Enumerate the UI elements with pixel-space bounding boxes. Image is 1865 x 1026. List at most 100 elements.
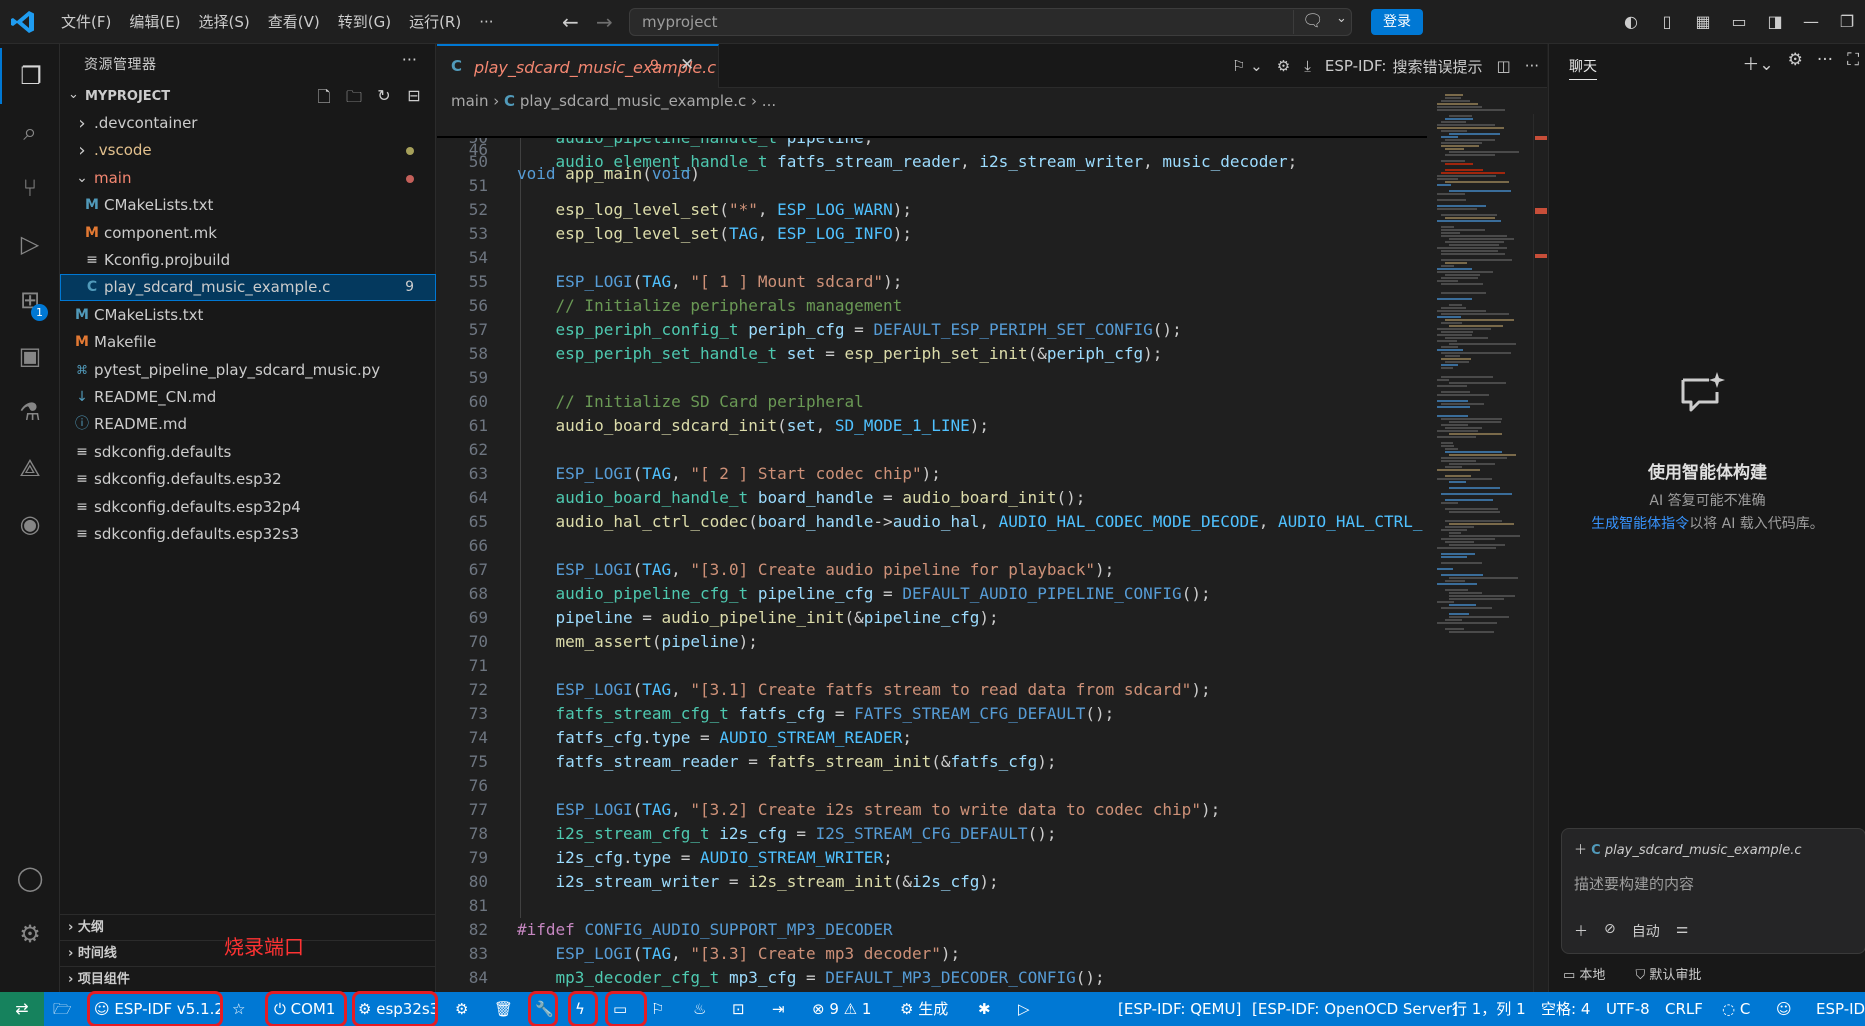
language-mode[interactable]: ◌ C bbox=[1722, 992, 1750, 1026]
close-icon[interactable]: ✕ bbox=[680, 55, 694, 75]
code-line[interactable]: 54 bbox=[437, 246, 1427, 270]
extensions-icon[interactable]: ⊞ 1 bbox=[0, 272, 60, 328]
tab-play-sdcard-music-example[interactable]: C play_sdcard_music_example.c 9 ✕ bbox=[437, 44, 719, 88]
code-line[interactable]: 61 audio_board_sdcard_init(set, SD_MODE_… bbox=[437, 414, 1427, 438]
project-components-section[interactable]: › 项目组件 bbox=[60, 966, 436, 992]
code-line[interactable]: 83 ESP_LOGI(TAG, "[3.3] Create mp3 decod… bbox=[437, 942, 1427, 966]
default-approval-toggle[interactable]: ⛉ 默认审批 bbox=[1635, 964, 1701, 983]
code-line[interactable]: 70 mem_assert(pipeline); bbox=[437, 630, 1427, 654]
breadcrumb-file[interactable]: play_sdcard_music_example.c bbox=[520, 92, 746, 110]
split-editor-icon[interactable]: ◫ bbox=[1497, 57, 1511, 75]
code-line[interactable]: 69 pipeline = audio_pipeline_init(&pipel… bbox=[437, 606, 1427, 630]
new-file-icon[interactable]: 🗋 bbox=[314, 86, 334, 113]
toggle-primary-sidebar-icon[interactable]: ▯ bbox=[1649, 0, 1685, 44]
attach-icon[interactable]: ＋ bbox=[1574, 921, 1588, 941]
code-line[interactable]: 65 audio_hal_ctrl_codec(board_handle->au… bbox=[437, 510, 1427, 534]
tree-item[interactable]: ⌘ pytest_pipeline_play_sdcard_music.py bbox=[60, 357, 436, 384]
tree-item[interactable]: ≡ sdkconfig.defaults bbox=[60, 439, 436, 466]
tools-config-icon[interactable]: ⚌ bbox=[1676, 921, 1689, 941]
vertical-scrollbar[interactable] bbox=[1533, 114, 1547, 992]
code-line[interactable]: 71 bbox=[437, 654, 1427, 678]
local-toggle[interactable]: ▭ 本地 bbox=[1563, 964, 1605, 983]
settings-gear-icon[interactable]: ⚙ bbox=[0, 906, 60, 962]
menu-selection[interactable]: 选择(S) bbox=[190, 0, 259, 44]
source-control-icon[interactable]: ⑂ bbox=[0, 160, 60, 216]
code-line[interactable]: 63 ESP_LOGI(TAG, "[ 2 ] Start codec chip… bbox=[437, 462, 1427, 486]
account-icon[interactable]: ◯ bbox=[0, 850, 60, 906]
tree-item[interactable]: ≡ Kconfig.projbuild bbox=[60, 247, 436, 274]
code-line[interactable]: 53 esp_log_level_set(TAG, ESP_LOG_INFO); bbox=[437, 222, 1427, 246]
open-folder-icon[interactable]: 🗁 bbox=[53, 992, 72, 1026]
code-line[interactable]: 59 bbox=[437, 366, 1427, 390]
chat-context-chip[interactable]: ＋ C play_sdcard_music_example.c bbox=[1574, 839, 1802, 858]
search-icon[interactable]: ⌕ bbox=[0, 104, 60, 160]
star-icon[interactable]: ☆ bbox=[232, 992, 245, 1026]
code-line[interactable]: 81 bbox=[437, 894, 1427, 918]
project-header[interactable]: ⌄ MYPROJECT 🗋 🗀 ↻ ⊟ bbox=[60, 86, 436, 110]
more-actions-icon[interactable]: ··· bbox=[1817, 50, 1833, 75]
openocd-button[interactable]: [ESP-IDF: OpenOCD Server] bbox=[1252, 992, 1458, 1026]
tree-item[interactable]: ≡ sdkconfig.defaults.esp32s3 bbox=[60, 521, 436, 548]
code-line[interactable]: 80 i2s_stream_writer = i2s_stream_init(&… bbox=[437, 870, 1427, 894]
testing-icon[interactable]: ⚗ bbox=[0, 384, 60, 440]
menu-go[interactable]: 转到(G) bbox=[329, 0, 400, 44]
menu-run[interactable]: 运行(R) bbox=[400, 0, 470, 44]
menu-more[interactable]: ··· bbox=[470, 0, 502, 44]
debug-icon[interactable]: ⚐ bbox=[651, 992, 664, 1026]
sdkconfig-gear-icon[interactable]: ⚙ bbox=[455, 992, 468, 1026]
tree-item[interactable]: M Makefile bbox=[60, 329, 436, 356]
explorer-icon[interactable]: ❐ bbox=[0, 48, 60, 104]
minimap[interactable] bbox=[1433, 94, 1533, 634]
tree-item[interactable]: Cplay_sdcard_music_example.c 9 bbox=[60, 274, 436, 302]
qemu-button[interactable]: [ESP-IDF: QEMU] bbox=[1118, 992, 1241, 1026]
breadcrumb-folder[interactable]: main bbox=[451, 92, 488, 110]
code-line[interactable]: 75 fatfs_stream_reader = fatfs_stream_in… bbox=[437, 750, 1427, 774]
code-line[interactable]: 56 // Initialize peripherals management bbox=[437, 294, 1427, 318]
search-error-hint-button[interactable]: 搜索错误提示 bbox=[1392, 56, 1482, 77]
chat-title[interactable]: 聊天 bbox=[1569, 56, 1597, 80]
toggle-secondary-sidebar-icon[interactable]: ◨ bbox=[1757, 0, 1793, 44]
run-task-icon[interactable]: ⇥ bbox=[772, 992, 785, 1026]
tree-item[interactable]: ⓘ README.md bbox=[60, 411, 436, 438]
menu-view[interactable]: 查看(V) bbox=[259, 0, 329, 44]
run-icon[interactable]: ▷ bbox=[1018, 992, 1030, 1026]
code-line[interactable]: 72 ESP_LOGI(TAG, "[3.1] Create fatfs str… bbox=[437, 678, 1427, 702]
remote-explorer-icon[interactable]: ▣ bbox=[0, 328, 60, 384]
agent-mode-icon[interactable]: ⊘ bbox=[1604, 921, 1616, 941]
esp-idf-explorer-icon[interactable]: ⟁ bbox=[0, 440, 60, 496]
login-button[interactable]: 登录 bbox=[1371, 9, 1423, 35]
code-line[interactable]: 67 ESP_LOGI(TAG, "[3.0] Create audio pip… bbox=[437, 558, 1427, 582]
new-folder-icon[interactable]: 🗀 bbox=[344, 86, 364, 113]
problems-indicator[interactable]: ⊗ 9 ⚠ 1 bbox=[812, 992, 871, 1026]
refresh-icon[interactable]: ↻ bbox=[374, 86, 394, 113]
forward-arrow-icon[interactable]: → bbox=[596, 10, 613, 34]
code-editor[interactable]: 50 audio_pipeline_handle_t pipeline;50 a… bbox=[437, 138, 1427, 992]
code-line[interactable]: 77 ESP_LOGI(TAG, "[3.2] Create i2s strea… bbox=[437, 798, 1427, 822]
tree-item[interactable]: ⌄ main bbox=[60, 165, 436, 192]
end-of-line[interactable]: CRLF bbox=[1665, 992, 1703, 1026]
code-line[interactable]: 82 #ifdef CONFIG_AUDIO_SUPPORT_MP3_DECODE… bbox=[437, 918, 1427, 942]
customize-layout-icon[interactable]: ▦ bbox=[1685, 0, 1721, 44]
tree-item[interactable]: ↓ README_CN.md bbox=[60, 384, 436, 411]
code-line[interactable]: 74 fatfs_cfg.type = AUDIO_STREAM_READER; bbox=[437, 726, 1427, 750]
code-line[interactable]: 79 i2s_cfg.type = AUDIO_STREAM_WRITER; bbox=[437, 846, 1427, 870]
full-clean-trash-icon[interactable]: 🗑 bbox=[494, 992, 513, 1026]
chevron-down-icon[interactable]: ⌄ bbox=[1336, 11, 1347, 26]
code-line[interactable]: 66 bbox=[437, 534, 1427, 558]
add-context-icon[interactable]: ＋ bbox=[1574, 843, 1587, 858]
tree-item[interactable]: › .vscode bbox=[60, 137, 436, 164]
maximize-icon[interactable]: ⛶ bbox=[1847, 50, 1859, 75]
encoding[interactable]: UTF-8 bbox=[1606, 992, 1650, 1026]
tree-item[interactable]: Mcomponent.mk bbox=[60, 220, 436, 247]
code-line[interactable]: 78 i2s_stream_cfg_t i2s_cfg = I2S_STREAM… bbox=[437, 822, 1427, 846]
code-line[interactable]: 52 esp_log_level_set("*", ESP_LOG_WARN); bbox=[437, 198, 1427, 222]
code-line[interactable]: 84 mp3_decoder_cfg_t mp3_cfg = DEFAULT_M… bbox=[437, 966, 1427, 990]
esp-idf-tail[interactable]: ESP-IDF bbox=[1816, 992, 1865, 1026]
bug-icon[interactable]: ✱ bbox=[978, 992, 991, 1026]
generate-agent-instructions-link[interactable]: 生成智能体指令 bbox=[1591, 516, 1689, 532]
command-center[interactable]: myproject bbox=[629, 8, 1352, 36]
mode-select[interactable]: 自动 bbox=[1632, 921, 1660, 941]
code-line[interactable]: 62 bbox=[437, 438, 1427, 462]
remote-indicator-icon[interactable]: ⇄ bbox=[0, 992, 44, 1026]
code-line[interactable]: 73 fatfs_stream_cfg_t fatfs_cfg = FATFS_… bbox=[437, 702, 1427, 726]
